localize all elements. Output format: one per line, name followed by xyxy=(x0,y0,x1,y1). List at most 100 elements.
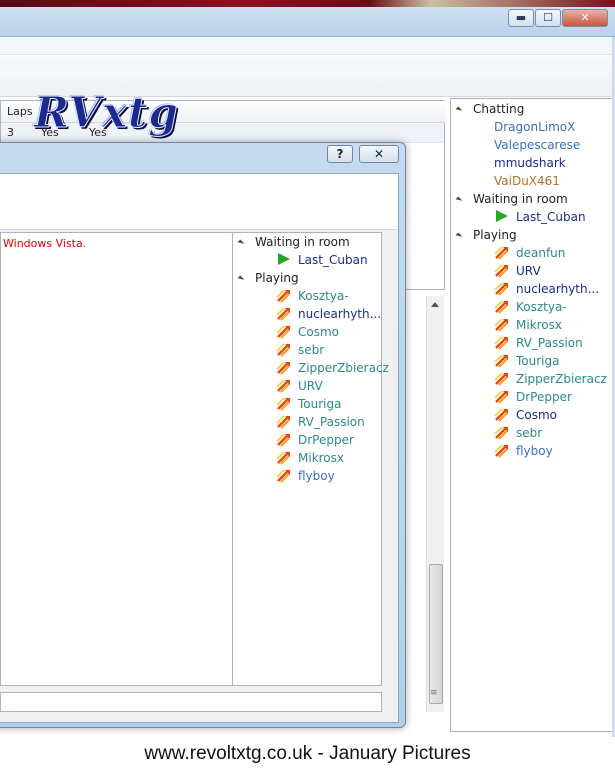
expand-arrow-icon[interactable] xyxy=(455,195,463,204)
user-name: DrPepper xyxy=(298,433,354,447)
user-name: Mikrosx xyxy=(516,318,563,332)
racing-icon xyxy=(494,246,509,260)
chat-message: Windows Vista. xyxy=(3,237,87,250)
scrollbar-thumb[interactable] xyxy=(429,564,443,704)
user-list-item[interactable]: Last_Cuban xyxy=(494,208,612,226)
user-list-item[interactable]: URV xyxy=(494,262,612,280)
expand-arrow-icon[interactable] xyxy=(237,238,245,247)
table-row[interactable] xyxy=(1,123,444,143)
user-list-item[interactable]: Mikrosx xyxy=(276,449,381,467)
user-name: Touriga xyxy=(298,397,342,411)
racing-icon xyxy=(276,397,291,411)
user-name: Cosmo xyxy=(298,325,340,339)
user-name: sebr xyxy=(298,343,325,357)
racing-icon xyxy=(494,372,509,386)
racing-icon xyxy=(276,379,291,393)
racing-icon xyxy=(276,451,291,465)
menu-bar xyxy=(0,37,615,55)
user-list-item[interactable]: Cosmo xyxy=(276,323,381,341)
user-list-item[interactable]: DrPepper xyxy=(276,431,381,449)
user-list-item[interactable]: RV_Passion xyxy=(494,334,612,352)
user-list-item[interactable]: URV xyxy=(276,377,381,395)
table-cell: Yes xyxy=(41,126,59,139)
user-list-item[interactable]: nuclearhyth... xyxy=(276,305,381,323)
toolbar xyxy=(0,55,615,97)
user-name: Cosmo xyxy=(516,408,558,422)
help-button[interactable]: ? xyxy=(327,145,353,163)
dialog-close-button[interactable]: ✕ xyxy=(359,145,399,163)
user-name: RV_Passion xyxy=(298,415,365,429)
dialog-info-panel xyxy=(0,174,398,230)
user-list-item[interactable]: mmudshark xyxy=(494,154,612,172)
user-list-item[interactable]: VaiDuX461 xyxy=(494,172,612,190)
dialog-chat-log: Windows Vista. xyxy=(0,232,235,686)
tree-group-label: Waiting in room xyxy=(255,235,350,249)
minimize-button[interactable]: ▬ xyxy=(508,9,534,27)
user-list-item[interactable]: flyboy xyxy=(494,442,612,460)
racing-icon xyxy=(494,300,509,314)
tree-group-waiting-in-room[interactable]: Waiting in room xyxy=(455,190,568,208)
user-list-item[interactable]: Touriga xyxy=(276,395,381,413)
user-list-item[interactable]: Valepescarese xyxy=(494,136,612,154)
play-icon xyxy=(278,253,290,265)
racing-icon xyxy=(494,408,509,422)
user-name: sebr xyxy=(516,426,543,440)
user-list-item[interactable]: Mikrosx xyxy=(494,316,612,334)
column-header-laps[interactable]: Laps xyxy=(1,101,35,123)
dialog-user-tree: Waiting in room Last_Cuban Playing Kosztya-… xyxy=(232,232,389,686)
racing-icon xyxy=(276,307,291,321)
user-name: mmudshark xyxy=(494,156,566,170)
close-button[interactable]: ✕ xyxy=(562,9,608,27)
racing-icon xyxy=(276,361,291,375)
user-name: Valepescarese xyxy=(494,138,581,152)
user-list-item[interactable]: sebr xyxy=(494,424,612,442)
user-list-item[interactable]: flyboy xyxy=(276,467,381,485)
user-list-item[interactable]: Kosztya- xyxy=(494,298,612,316)
image-caption: www.revoltxtg.co.uk - January Pictures xyxy=(144,743,471,764)
expand-arrow-icon[interactable] xyxy=(455,105,463,114)
expand-arrow-icon[interactable] xyxy=(455,231,463,240)
scroll-up-icon[interactable] xyxy=(431,302,439,307)
column-header[interactable] xyxy=(35,101,87,123)
chat-input[interactable] xyxy=(0,692,382,712)
racing-icon xyxy=(276,415,291,429)
tree-group-waiting-in-room[interactable]: Waiting in room xyxy=(237,233,350,251)
user-name: Mikrosx xyxy=(298,451,345,465)
user-list-item[interactable]: Kosztya- xyxy=(276,287,381,305)
racing-icon xyxy=(494,264,509,278)
user-list-item[interactable]: Last_Cuban xyxy=(276,251,381,269)
dialog-body: Windows Vista. Waiting in room Last_Cuban… xyxy=(0,173,399,723)
racing-icon xyxy=(494,354,509,368)
user-list-item[interactable]: Cosmo xyxy=(494,406,612,424)
user-name: RV_Passion xyxy=(516,336,583,350)
user-list-item[interactable]: deanfun xyxy=(494,244,612,262)
user-name: URV xyxy=(298,379,323,393)
user-name: flyboy xyxy=(516,444,553,458)
tree-group-label: Playing xyxy=(473,228,517,242)
play-icon xyxy=(496,210,508,222)
tree-group-label: Playing xyxy=(255,271,299,285)
user-list-item[interactable]: ZipperZbieracz xyxy=(276,359,389,377)
desktop-background-strip xyxy=(0,0,615,7)
tree-group-playing[interactable]: Playing xyxy=(455,226,517,244)
chat-scrollbar[interactable]: ≡ xyxy=(426,296,444,712)
user-list-item[interactable]: sebr xyxy=(276,341,381,359)
user-list-item[interactable]: ZipperZbieracz xyxy=(494,370,612,388)
user-list-item[interactable]: DrPepper xyxy=(494,388,612,406)
racing-icon xyxy=(494,390,509,404)
maximize-button[interactable]: ☐ xyxy=(535,9,561,27)
user-list-item[interactable]: nuclearhyth... xyxy=(494,280,612,298)
user-list-item[interactable]: Touriga xyxy=(494,352,612,370)
tree-group-label: Waiting in room xyxy=(473,192,568,206)
user-list-item[interactable]: RV_Passion xyxy=(276,413,381,431)
tree-group-chatting[interactable]: Chatting xyxy=(455,100,524,118)
race-dialog: ? ✕ Windows Vista. Waiting in room Last_C… xyxy=(0,142,406,728)
user-list-item[interactable]: DragonLimoX xyxy=(494,118,612,136)
racing-icon xyxy=(494,426,509,440)
user-name: DrPepper xyxy=(516,390,572,404)
user-name: VaiDuX461 xyxy=(494,174,560,188)
tree-group-playing[interactable]: Playing xyxy=(237,269,299,287)
user-name: flyboy xyxy=(298,469,335,483)
column-header[interactable] xyxy=(87,101,445,123)
expand-arrow-icon[interactable] xyxy=(237,274,245,283)
